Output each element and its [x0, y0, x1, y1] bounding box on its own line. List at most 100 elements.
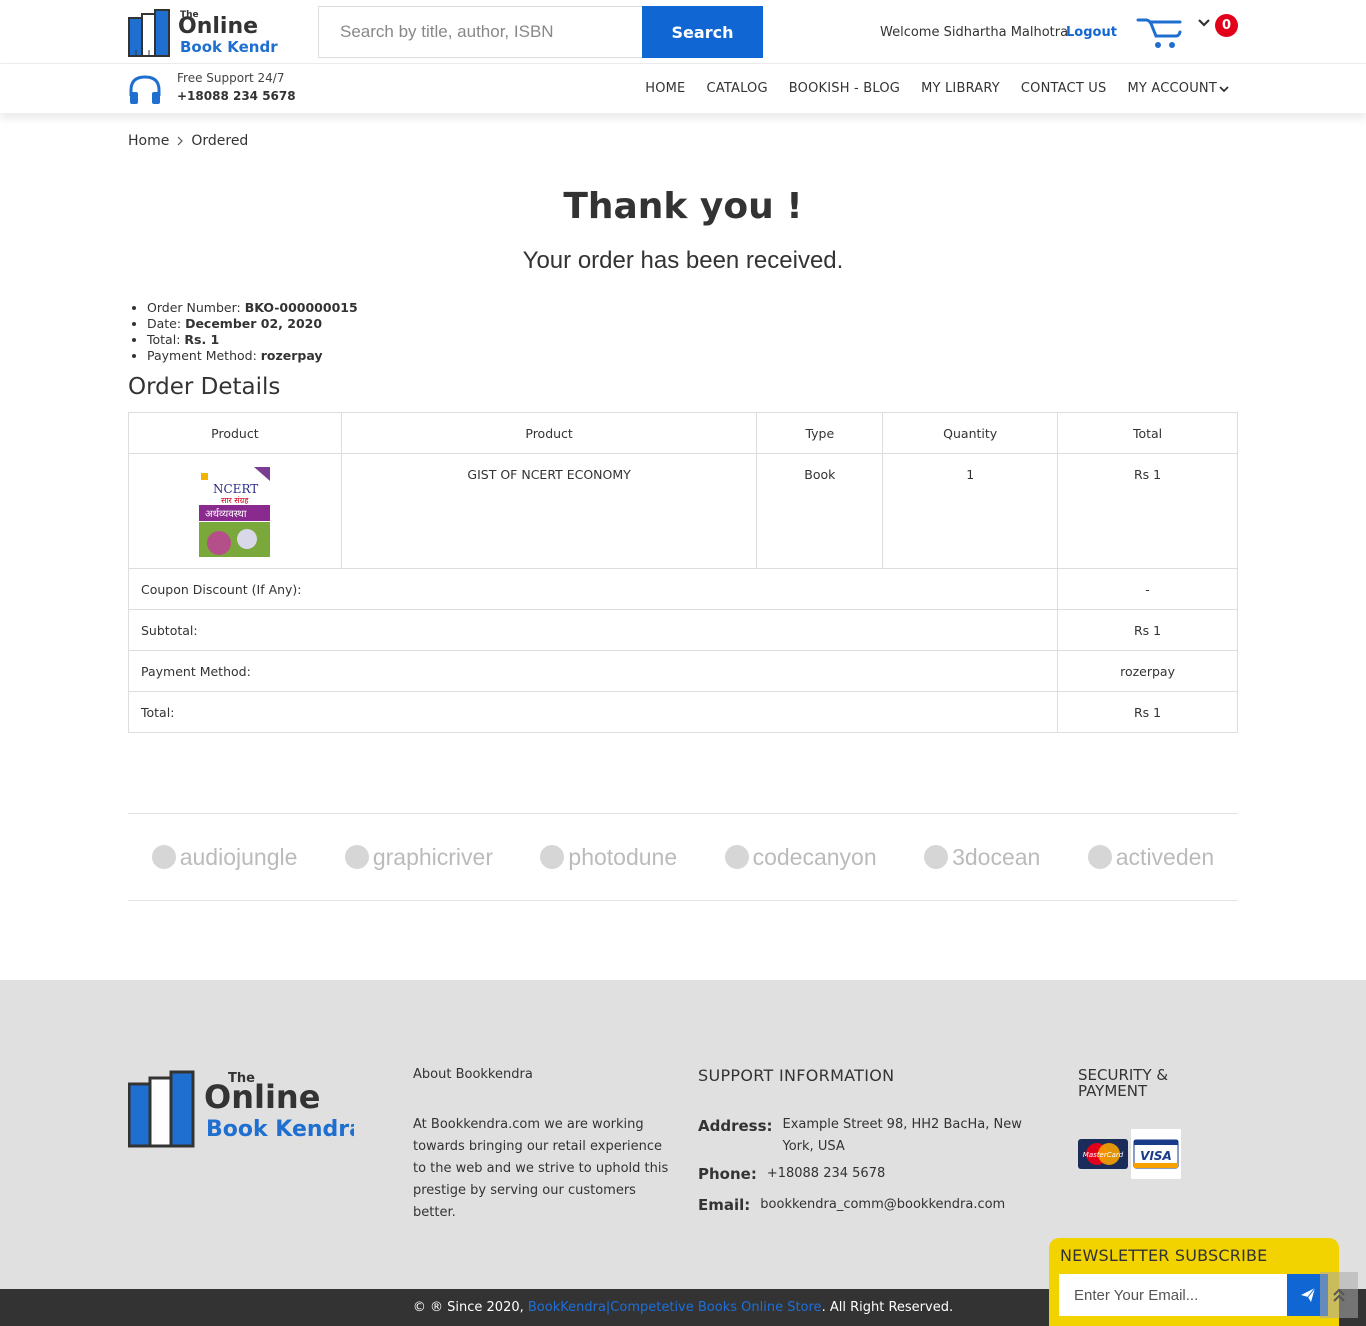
column-header: Product: [340, 412, 758, 454]
total-row: Total: Rs 1: [127, 691, 1238, 733]
nav-catalog[interactable]: CATALOG: [706, 81, 767, 96]
site-logo[interactable]: The Online Book Kendra: [128, 6, 278, 58]
nav-blog[interactable]: BOOKISH - BLOG: [789, 81, 900, 96]
cart-icon[interactable]: [1136, 12, 1182, 52]
chevron-down-icon: [1219, 85, 1229, 92]
visa-icon: VISA: [1131, 1129, 1181, 1179]
logo-mid-text: Online: [178, 14, 258, 39]
product-type-cell: Book: [756, 453, 884, 569]
subtotal-value: Rs 1: [1057, 609, 1238, 651]
copyright-link[interactable]: BookKendra|Competetive Books Online Stor…: [528, 1300, 822, 1315]
email-label: Email:: [698, 1196, 751, 1214]
nav-account-label: MY ACCOUNT: [1127, 81, 1217, 96]
activeden-icon: [1087, 845, 1112, 869]
order-number-item: Order Number: BKO-000000015: [147, 300, 358, 316]
cart-count-badge: 0: [1215, 14, 1238, 37]
mastercard-icon: MasterCard: [1078, 1139, 1128, 1169]
brand-name: activeden: [1115, 843, 1215, 870]
order-received-text: Your order has been received.: [522, 247, 844, 274]
order-details-title: Order Details: [128, 374, 281, 400]
order-date-value: December 02, 2020: [185, 316, 323, 331]
total-label: Total:: [127, 691, 1059, 733]
breadcrumb-current: Ordered: [191, 133, 249, 149]
search-input[interactable]: [318, 6, 642, 58]
nav-contact[interactable]: CONTACT US: [1021, 81, 1107, 96]
welcome-text: Welcome Sidhartha Malhotra: [880, 25, 1069, 40]
product-quantity-cell: 1: [882, 453, 1059, 569]
footer-logo-mid: Online: [204, 1078, 320, 1116]
nav-library[interactable]: MY LIBRARY: [921, 81, 1000, 96]
address-label: Address:: [698, 1117, 773, 1135]
brand-logo[interactable]: activeden: [1087, 843, 1215, 871]
audiojungle-icon: [151, 845, 176, 869]
book-cover-image[interactable]: NCERT सार संग्रह अर्थव्यवस्था: [199, 467, 271, 557]
product-quantity: 1: [966, 467, 975, 482]
scroll-to-top-button[interactable]: [1320, 1272, 1358, 1318]
nav-account[interactable]: MY ACCOUNT: [1127, 81, 1229, 96]
logout-link[interactable]: Logout: [1066, 25, 1117, 40]
paper-plane-icon: [1300, 1287, 1315, 1302]
column-header: Quantity: [882, 412, 1059, 454]
double-chevron-up-icon: [1333, 1288, 1345, 1302]
phone-label: Phone:: [698, 1165, 757, 1183]
order-details-table: Product Product Type Quantity Total NCER…: [127, 412, 1238, 733]
brand-name: 3docean: [952, 843, 1041, 870]
brand-logo[interactable]: audiojungle: [151, 843, 298, 871]
brand-name: codecanyon: [752, 843, 877, 870]
coupon-value: -: [1057, 568, 1238, 610]
search-bar: Search: [318, 6, 763, 58]
main-menu: HOME CATALOG BOOKISH - BLOG MY LIBRARY C…: [645, 81, 1229, 96]
3docean-icon: [924, 845, 949, 869]
codecanyon-icon: [724, 845, 749, 869]
order-payment-item: Payment Method: rozerpay: [147, 348, 358, 364]
product-name-cell: GIST OF NCERT ECONOMY: [340, 453, 758, 569]
order-number-label: Order Number:: [147, 300, 245, 315]
brand-logo[interactable]: codecanyon: [724, 843, 877, 871]
brand-logo[interactable]: graphicriver: [344, 843, 493, 871]
product-type: Book: [804, 467, 836, 482]
product-total-cell: Rs 1: [1057, 453, 1238, 569]
order-number-value: BKO-000000015: [244, 300, 358, 315]
nav-home[interactable]: HOME: [645, 81, 685, 96]
security-payment-title: SECURITY & PAYMENT: [1078, 1066, 1169, 1100]
column-header: Total: [1057, 412, 1238, 454]
email-value[interactable]: bookkendra_comm@bookkendra.com: [760, 1196, 1005, 1214]
table-header-row: Product Product Type Quantity Total: [128, 412, 1238, 454]
coupon-row: Coupon Discount (If Any): -: [127, 568, 1238, 610]
table-row: NCERT सार संग्रह अर्थव्यवस्था GIST OF NC…: [128, 453, 1238, 569]
brand-name: audiojungle: [179, 843, 298, 870]
order-summary-list: Order Number: BKO-000000015 Date: Decemb…: [147, 300, 358, 364]
product-total: Rs 1: [1133, 467, 1162, 482]
footer-logo[interactable]: The Online Book Kendra: [128, 1066, 354, 1148]
navigation-bar: Free Support 24/7 +18088 234 5678 HOME C…: [0, 64, 1366, 113]
mastercard-text: MasterCard: [1083, 1151, 1124, 1159]
newsletter-widget: NEWSLETTER SUBSCRIBE: [1049, 1238, 1339, 1326]
column-header: Product: [128, 412, 342, 454]
newsletter-email-input[interactable]: [1059, 1274, 1287, 1316]
brand-logo[interactable]: 3docean: [924, 844, 1040, 871]
total-value: Rs 1: [1057, 691, 1238, 733]
chevron-right-icon: [177, 136, 184, 146]
column-header: Type: [756, 412, 884, 454]
brand-name: graphicriver: [372, 843, 493, 870]
order-payment-value: rozerpay: [260, 348, 323, 363]
order-date-label: Date:: [147, 316, 186, 331]
address-row: Address: Example Street 98, HH2 BacHa, N…: [698, 1114, 1053, 1158]
phone-value: +18088 234 5678: [766, 1166, 886, 1181]
product-name[interactable]: GIST OF NCERT ECONOMY: [467, 467, 630, 482]
about-title[interactable]: About Bookkendra: [413, 1067, 533, 1082]
subtotal-label: Subtotal:: [127, 609, 1059, 651]
brand-logo[interactable]: photodune: [540, 844, 677, 871]
footer-logo-bottom: Book Kendra: [206, 1117, 354, 1142]
email-row: Email: bookkendra_comm@bookkendra.com: [698, 1196, 1005, 1214]
about-text: At Bookkendra.com we are working towards…: [413, 1117, 669, 1220]
support-label: Free Support 24/7: [177, 71, 285, 85]
cover-subtitle: सार संग्रह: [221, 496, 249, 505]
order-payment-label: Payment Method:: [147, 348, 261, 363]
chevron-down-icon[interactable]: [1197, 16, 1211, 30]
search-button[interactable]: Search: [642, 6, 763, 58]
support-info-title: SUPPORT INFORMATION: [698, 1066, 895, 1085]
breadcrumb-home[interactable]: Home: [128, 133, 169, 149]
breadcrumb: Home Ordered: [128, 133, 248, 149]
subtotal-row: Subtotal: Rs 1: [127, 609, 1238, 651]
